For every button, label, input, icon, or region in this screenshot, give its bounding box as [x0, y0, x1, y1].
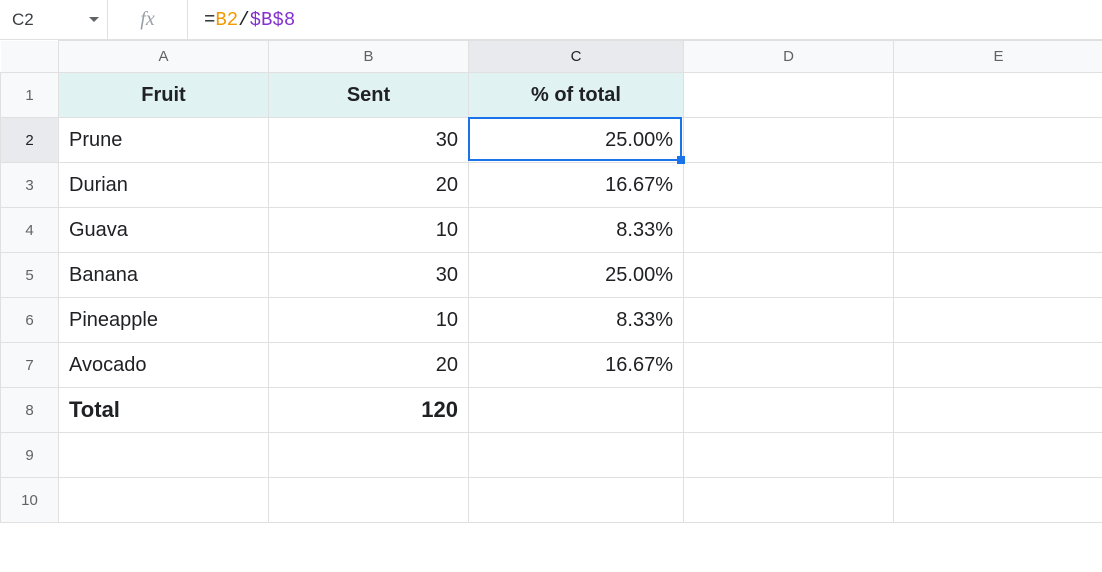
- col-header-B[interactable]: B: [269, 41, 469, 73]
- row-header-8[interactable]: 8: [1, 388, 59, 433]
- row-header-5[interactable]: 5: [1, 253, 59, 298]
- cell-E3[interactable]: [894, 163, 1102, 208]
- cell-C2[interactable]: 25.00%: [469, 118, 684, 163]
- row-header-7[interactable]: 7: [1, 343, 59, 388]
- name-box-text: C2: [12, 10, 34, 30]
- cell-E2[interactable]: [894, 118, 1102, 163]
- col-header-A[interactable]: A: [59, 41, 269, 73]
- cell-A4[interactable]: Guava: [59, 208, 269, 253]
- cell-D4[interactable]: [684, 208, 894, 253]
- cell-B10[interactable]: [269, 478, 469, 523]
- cell-C10[interactable]: [469, 478, 684, 523]
- cell-E6[interactable]: [894, 298, 1102, 343]
- cell-C3[interactable]: 16.67%: [469, 163, 684, 208]
- cell-C7[interactable]: 16.67%: [469, 343, 684, 388]
- cell-A1[interactable]: Fruit: [59, 73, 269, 118]
- row-header-6[interactable]: 6: [1, 298, 59, 343]
- grid-wrap: A B C D E 1 Fruit Sent % of total 2 Prun…: [0, 40, 1102, 523]
- row-header-9[interactable]: 9: [1, 433, 59, 478]
- name-box[interactable]: C2: [0, 0, 108, 39]
- row-header-1[interactable]: 1: [1, 73, 59, 118]
- col-header-D[interactable]: D: [684, 41, 894, 73]
- cell-D6[interactable]: [684, 298, 894, 343]
- cell-A6[interactable]: Pineapple: [59, 298, 269, 343]
- cell-D1[interactable]: [684, 73, 894, 118]
- cell-E8[interactable]: [894, 388, 1102, 433]
- cell-C8[interactable]: [469, 388, 684, 433]
- formula-op: /: [238, 9, 249, 31]
- cell-E10[interactable]: [894, 478, 1102, 523]
- select-all-corner[interactable]: [1, 41, 59, 73]
- cell-E4[interactable]: [894, 208, 1102, 253]
- cell-A3[interactable]: Durian: [59, 163, 269, 208]
- cell-D2[interactable]: [684, 118, 894, 163]
- cell-B1[interactable]: Sent: [269, 73, 469, 118]
- row-header-2[interactable]: 2: [1, 118, 59, 163]
- cell-B3[interactable]: 20: [269, 163, 469, 208]
- cell-E5[interactable]: [894, 253, 1102, 298]
- spreadsheet-grid[interactable]: A B C D E 1 Fruit Sent % of total 2 Prun…: [0, 40, 1102, 523]
- cell-D8[interactable]: [684, 388, 894, 433]
- cell-A9[interactable]: [59, 433, 269, 478]
- cell-C1[interactable]: % of total: [469, 73, 684, 118]
- cell-E1[interactable]: [894, 73, 1102, 118]
- col-header-C[interactable]: C: [469, 41, 684, 73]
- formula-bar: C2 fx = B2 / $B$8: [0, 0, 1102, 40]
- col-header-E[interactable]: E: [894, 41, 1102, 73]
- cell-C9[interactable]: [469, 433, 684, 478]
- cell-A8[interactable]: Total: [59, 388, 269, 433]
- fx-label: fx: [108, 0, 188, 39]
- dropdown-icon[interactable]: [89, 17, 99, 22]
- cell-D9[interactable]: [684, 433, 894, 478]
- cell-D3[interactable]: [684, 163, 894, 208]
- cell-D7[interactable]: [684, 343, 894, 388]
- cell-B6[interactable]: 10: [269, 298, 469, 343]
- cell-E7[interactable]: [894, 343, 1102, 388]
- cell-A5[interactable]: Banana: [59, 253, 269, 298]
- cell-D10[interactable]: [684, 478, 894, 523]
- row-header-4[interactable]: 4: [1, 208, 59, 253]
- cell-D5[interactable]: [684, 253, 894, 298]
- cell-E9[interactable]: [894, 433, 1102, 478]
- formula-ref-b8: $B$8: [250, 9, 296, 31]
- formula-eq: =: [204, 9, 215, 31]
- cell-B5[interactable]: 30: [269, 253, 469, 298]
- cell-B2[interactable]: 30: [269, 118, 469, 163]
- cell-B7[interactable]: 20: [269, 343, 469, 388]
- cell-B9[interactable]: [269, 433, 469, 478]
- row-header-10[interactable]: 10: [1, 478, 59, 523]
- formula-ref-b2: B2: [215, 9, 238, 31]
- cell-A10[interactable]: [59, 478, 269, 523]
- formula-input[interactable]: = B2 / $B$8: [188, 0, 1102, 39]
- cell-C5[interactable]: 25.00%: [469, 253, 684, 298]
- row-header-3[interactable]: 3: [1, 163, 59, 208]
- cell-B8[interactable]: 120: [269, 388, 469, 433]
- cell-B4[interactable]: 10: [269, 208, 469, 253]
- cell-C4[interactable]: 8.33%: [469, 208, 684, 253]
- cell-A7[interactable]: Avocado: [59, 343, 269, 388]
- cell-A2[interactable]: Prune: [59, 118, 269, 163]
- cell-C6[interactable]: 8.33%: [469, 298, 684, 343]
